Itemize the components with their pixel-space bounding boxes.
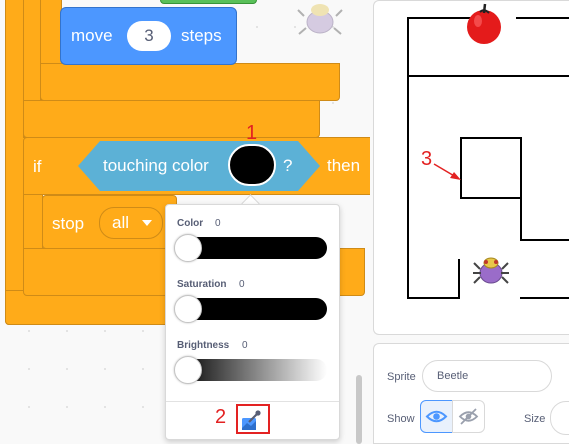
maze-wall [407, 297, 460, 299]
saturation-label: Saturation [177, 279, 227, 290]
show-hidden-button[interactable] [452, 400, 485, 433]
stage[interactable]: 3 [373, 0, 569, 335]
sprite-info-pane: Sprite Beetle Show Size [373, 343, 569, 444]
maze-wall [520, 297, 569, 299]
show-label: Show [387, 413, 415, 425]
maze-wall [458, 259, 460, 299]
touching-color-label: touching color [103, 156, 209, 175]
sprite-name-input[interactable]: Beetle [422, 360, 552, 392]
stop-option-dropdown[interactable]: all [99, 207, 163, 239]
move-steps-block[interactable]: move 3 steps [60, 7, 237, 65]
maze-wall [407, 75, 569, 77]
if-block-arm[interactable] [23, 194, 43, 250]
saturation-slider-knob[interactable] [174, 295, 202, 323]
maze-wall [407, 17, 409, 299]
beetle-sprite-icon[interactable] [471, 253, 511, 289]
stop-block[interactable]: stop all [42, 195, 177, 249]
annotation-2: 2 [215, 406, 227, 428]
eye-icon [421, 410, 452, 436]
then-label: then [327, 156, 361, 175]
code-area-scrollbar[interactable] [356, 375, 362, 444]
maze-wall [520, 239, 569, 241]
brightness-label: Brightness [177, 340, 230, 351]
color-value: 0 [215, 218, 221, 229]
touching-color-block[interactable]: touching color ? [78, 141, 320, 191]
stop-option-value: all [112, 213, 130, 232]
brightness-value: 0 [242, 340, 248, 351]
sprite-label: Sprite [387, 371, 416, 383]
color-slider-knob[interactable] [174, 234, 202, 262]
annotation-1: 1 [246, 122, 258, 144]
steps-label: steps [181, 26, 222, 45]
apple-sprite-icon[interactable] [464, 3, 504, 45]
annotation-highlight-box [236, 404, 270, 434]
inner-c-block-bottom[interactable] [23, 100, 320, 138]
sound-block-edge[interactable] [160, 0, 257, 4]
size-input[interactable] [550, 401, 569, 435]
beetle-sprite-ghost-icon [296, 0, 344, 40]
maze-wall [520, 137, 522, 241]
color-swatch[interactable] [228, 144, 276, 186]
brightness-slider-knob[interactable] [174, 356, 202, 384]
stop-label: stop [52, 214, 85, 233]
eye-slash-icon [453, 408, 484, 436]
touching-color-end: ? [283, 156, 293, 175]
annotation-3: 3 [421, 148, 433, 170]
maze-wall [460, 197, 522, 199]
move-label: move [71, 26, 113, 45]
maze-wall [516, 17, 569, 19]
picker-divider [166, 401, 339, 402]
annotation-arrow-icon [433, 163, 461, 180]
size-label: Size [524, 413, 546, 425]
saturation-value: 0 [239, 279, 245, 290]
nested-c-block-bottom[interactable] [40, 63, 340, 101]
show-visible-button[interactable] [420, 400, 453, 433]
steps-input[interactable]: 3 [127, 21, 171, 51]
maze-wall [460, 137, 522, 139]
if-label: if [33, 157, 42, 176]
color-label: Color [177, 218, 204, 229]
dropdown-arrow-icon [142, 220, 152, 226]
